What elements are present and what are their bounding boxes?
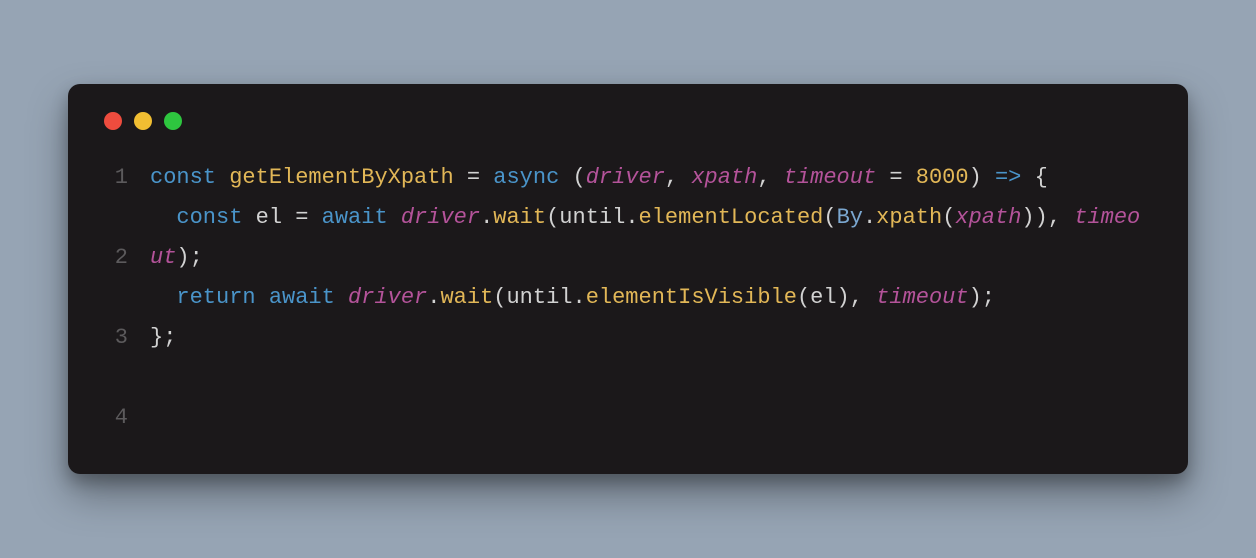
line-number xyxy=(104,198,128,238)
window-titlebar xyxy=(104,112,1152,130)
line-number: 3 xyxy=(104,318,128,358)
code-line: const el = await driver.wait(until.eleme… xyxy=(150,198,1152,278)
code-line: return await driver.wait(until.elementIs… xyxy=(150,278,1152,318)
line-number xyxy=(104,278,128,318)
zoom-icon[interactable] xyxy=(164,112,182,130)
line-number: 1 xyxy=(104,158,128,198)
line-number xyxy=(104,358,128,398)
code-line: }; xyxy=(150,318,1152,358)
line-gutter: 1 2 3 4 xyxy=(104,158,150,438)
close-icon[interactable] xyxy=(104,112,122,130)
line-number: 2 xyxy=(104,238,128,278)
line-number: 4 xyxy=(104,398,128,438)
code-window: 1 2 3 4 const getElementByXpath = async … xyxy=(68,84,1188,474)
minimize-icon[interactable] xyxy=(134,112,152,130)
code-line: const getElementByXpath = async (driver,… xyxy=(150,158,1152,198)
code-content: const getElementByXpath = async (driver,… xyxy=(150,158,1152,438)
code-editor: 1 2 3 4 const getElementByXpath = async … xyxy=(104,158,1152,438)
